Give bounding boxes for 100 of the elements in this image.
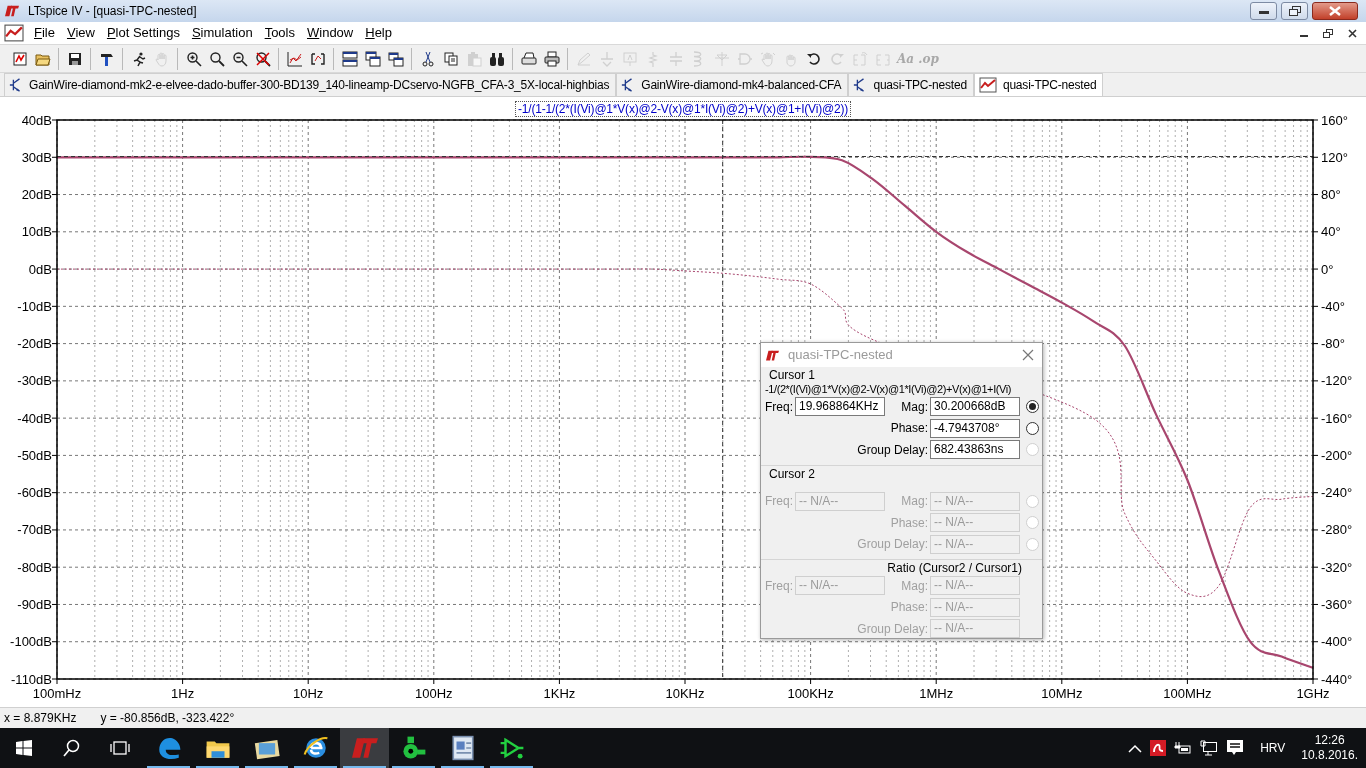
rotate-icon xyxy=(851,50,868,67)
printer-icon xyxy=(520,50,537,67)
axis-label: -90dB xyxy=(17,596,52,612)
plot-window-icon xyxy=(978,77,997,93)
notification-icon[interactable] xyxy=(1226,739,1245,757)
clock-time[interactable]: 12:26 xyxy=(1314,733,1345,748)
menu-item[interactable]: Simulation xyxy=(185,22,259,44)
axis-label: -100dB xyxy=(10,634,52,650)
restore-icon xyxy=(1323,28,1333,38)
minimize-icon xyxy=(1258,8,1269,14)
document-tab[interactable]: GainWire-diamond-mk4-balanced-CFA xyxy=(616,73,849,96)
network-icon[interactable] xyxy=(1200,740,1219,756)
logic-gate-icon xyxy=(498,735,525,761)
close-button[interactable] xyxy=(1312,2,1358,20)
axis-label: 0° xyxy=(1321,261,1334,277)
menu-item[interactable]: Help xyxy=(359,22,398,44)
close-icon[interactable] xyxy=(1022,349,1034,361)
app-logo-icon xyxy=(4,4,20,18)
expression-text: -1/(2*(I(Vi)@1*V(x)@2-V(x)@1*I(Vi)@2)+V(x)@1+I(Vi) xyxy=(765,383,1012,395)
group-legend: Cursor 1 xyxy=(769,368,815,382)
axis-label: -40dB xyxy=(17,410,52,426)
app-logo-icon xyxy=(765,348,780,362)
label-icon xyxy=(621,50,638,67)
field-label: Group Delay: xyxy=(856,620,928,638)
document-tab[interactable]: quasi-TPC-nested xyxy=(848,73,974,96)
axis-label: 100Hz xyxy=(415,686,453,701)
axis-label: -40° xyxy=(1321,298,1345,314)
field-label: Group Delay: xyxy=(856,536,928,554)
axis-label: -360° xyxy=(1321,596,1353,612)
menu-item[interactable]: Window xyxy=(301,22,360,44)
close-icon xyxy=(1347,28,1357,38)
menu-item[interactable]: Tools xyxy=(258,22,301,44)
axis-label: -60dB xyxy=(17,485,52,501)
browser-icon xyxy=(302,735,329,761)
menu-item[interactable]: View xyxy=(60,22,101,44)
minimize-button[interactable] xyxy=(1250,2,1277,20)
axis-label: 0dB xyxy=(28,261,52,277)
cursor-line[interactable] xyxy=(56,156,1314,157)
document-tab[interactable]: quasi-TPC-nested xyxy=(973,73,1104,96)
window-title: LTspice IV - [quasi-TPC-nested] xyxy=(28,3,198,20)
menu-item[interactable]: File xyxy=(28,22,61,44)
restore-button[interactable] xyxy=(1281,2,1308,20)
clock-date[interactable]: 10.8.2016. xyxy=(1301,748,1358,763)
freq-field[interactable]: 19.968864KHz xyxy=(795,397,885,417)
axis-label: 100mHz xyxy=(32,686,82,701)
axis-label: -240° xyxy=(1321,485,1353,501)
value-field[interactable]: -4.7943708° xyxy=(930,418,1020,438)
field-label: Phase: xyxy=(889,514,928,532)
printer-icon xyxy=(543,50,560,67)
restore-icon xyxy=(1288,6,1301,16)
zoom-in-icon xyxy=(185,50,202,67)
status-text: x = 8.879KHz xyxy=(4,710,77,727)
axis-label: 160° xyxy=(1321,112,1348,128)
axis-label: 30dB xyxy=(21,149,52,165)
zoom-cancel-icon xyxy=(254,50,271,67)
transistor-icon xyxy=(9,78,23,92)
antivirus-tray-icon[interactable] xyxy=(1150,740,1167,756)
trace-title[interactable]: -1/(1-1/(2*(I(Vi)@1*V(x)@2-V(x)@1*I(Vi)@2)+V(x)@1+I(Vi)@2)) xyxy=(515,101,851,117)
axis-label: 1KHz xyxy=(543,686,576,701)
field-label: Mag: xyxy=(900,493,928,511)
axis-label: -200° xyxy=(1321,447,1353,463)
gate-icon xyxy=(736,50,753,67)
chart-icon xyxy=(286,50,303,67)
save-icon xyxy=(66,50,83,67)
capacitor-icon xyxy=(667,50,684,67)
copy-icon xyxy=(442,50,459,67)
axis-label: 100MHz xyxy=(1163,686,1212,701)
axis-label: -280° xyxy=(1321,522,1353,538)
axis-label: -440° xyxy=(1321,671,1353,687)
menu-item[interactable]: Plot Settings xyxy=(100,22,186,44)
value-field[interactable]: 682.43863ns xyxy=(930,440,1020,460)
frame-icon xyxy=(309,50,326,67)
axis-label: -320° xyxy=(1321,559,1353,575)
field-label: Phase: xyxy=(889,599,928,617)
axis-label: -80dB xyxy=(17,559,52,575)
document-tab[interactable]: GainWire-diamond-mk2-e-elvee-dado-buffer-300-BD139_140-lineamp-DCservo-NGFB_CFA-3_5X-local-highbias xyxy=(4,73,617,96)
document-icon xyxy=(449,735,476,761)
radio-button[interactable] xyxy=(1026,421,1039,435)
app-logo-icon xyxy=(351,735,378,761)
value-field[interactable]: 30.200668dB xyxy=(930,397,1020,417)
axis-label: 10KHz xyxy=(665,686,705,701)
hand-icon xyxy=(153,50,170,67)
language-indicator[interactable]: HRV xyxy=(1260,739,1286,757)
axis-label: -110dB xyxy=(11,671,52,687)
cursor-line[interactable] xyxy=(722,119,724,680)
group-legend: Cursor 2 xyxy=(769,466,815,481)
axis-label: -50dB xyxy=(17,447,52,463)
axis-label: 10MHz xyxy=(1041,686,1083,701)
cascade-icon xyxy=(364,50,381,67)
radio-button[interactable] xyxy=(1026,400,1039,414)
group-legend: Ratio (Cursor2 / Cursor1) xyxy=(887,561,1022,575)
field-label: Freq: xyxy=(765,577,793,595)
axis-label: 1GHz xyxy=(1296,686,1330,701)
field-label: Phase: xyxy=(889,420,928,438)
axis-label: -160° xyxy=(1321,410,1353,426)
battery-icon[interactable] xyxy=(1174,741,1193,755)
axis-label: 80° xyxy=(1321,187,1341,203)
new-schematic-icon xyxy=(11,50,28,67)
scissors-icon xyxy=(419,50,436,67)
chevron-up-icon[interactable] xyxy=(1128,743,1143,753)
